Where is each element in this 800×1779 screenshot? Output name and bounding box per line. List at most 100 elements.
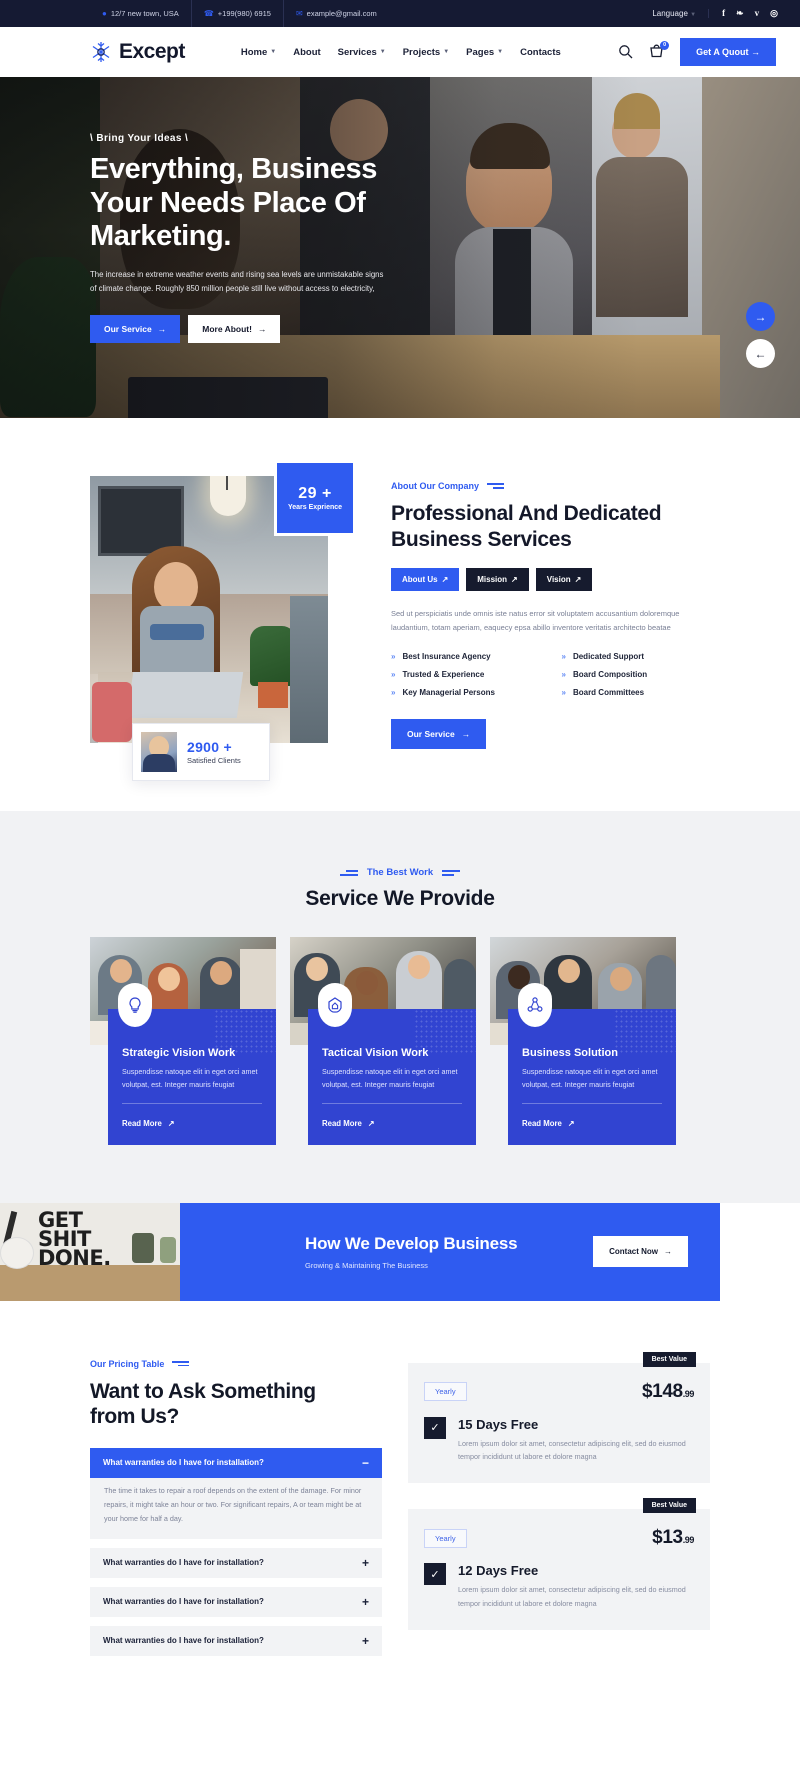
topbar-email[interactable]: ✉ example@gmail.com <box>282 0 389 27</box>
feature-item: » Dedicated Support <box>562 652 711 661</box>
feature-label: Trusted & Experience <box>402 669 485 679</box>
cta-subtitle: Growing & Maintaining The Business <box>305 1260 428 1270</box>
nav-item-about[interactable]: About <box>293 47 320 58</box>
slider-prev-button[interactable]: ← <box>746 339 775 368</box>
nav-label: Projects <box>402 46 441 58</box>
location-pin-icon: ● <box>102 8 107 18</box>
topbar-address: ● 12/7 new town, USA <box>90 0 191 27</box>
about-media: 29 + Years Exprience 2900 + Satisfied Cl… <box>90 460 356 781</box>
years-label: Years Exprience <box>287 504 343 511</box>
nav-label: Services <box>337 46 377 58</box>
arrow-right-icon: → <box>664 1247 672 1257</box>
tab-mission[interactable]: Mission ↗ <box>466 567 529 591</box>
topbar-phone[interactable]: ☎ +199(980) 6915 <box>190 0 283 27</box>
price-value: $13 <box>652 1527 683 1549</box>
hero-slider-controls: → ← <box>746 302 775 368</box>
faq-item: What warranties do I have for installati… <box>90 1625 382 1656</box>
read-more-link[interactable]: Read More ↗ <box>322 1119 374 1128</box>
tab-vision[interactable]: Vision ↗ <box>535 567 593 591</box>
double-chevron-icon: » <box>391 687 396 697</box>
divider <box>122 1102 262 1104</box>
service-card[interactable]: Strategic Vision Work Suspendisse natoqu… <box>90 937 276 1145</box>
hero-more-about-button[interactable]: More About! → <box>188 315 281 344</box>
phone-icon: ☎ <box>203 8 214 18</box>
nav-item-contacts[interactable]: Contacts <box>520 47 561 58</box>
home-shield-icon <box>318 983 352 1028</box>
language-selector[interactable]: Language ▼ <box>652 9 710 18</box>
pricing-eyebrow-label: Our Pricing Table <box>90 1358 165 1369</box>
about-wrapper: 29 + Years Exprience 2900 + Satisfied Cl… <box>0 460 800 781</box>
services-eyebrow-label: The Best Work <box>366 867 434 879</box>
faq-accordion: What warranties do I have for installati… <box>90 1447 382 1656</box>
expand-icon: + <box>361 1555 369 1570</box>
social-links: f ❧ v ◎ <box>709 8 778 19</box>
service-cards: Strategic Vision Work Suspendisse natoqu… <box>0 937 800 1145</box>
nav-item-services[interactable]: Services ▼ <box>338 47 386 58</box>
about-our-service-button[interactable]: Our Service → <box>391 718 487 749</box>
nav-item-projects[interactable]: Projects ▼ <box>403 47 449 58</box>
clients-text: 2900 + Satisfied Clients <box>187 739 241 765</box>
feature-label: Best Insurance Agency <box>402 651 491 661</box>
nav-item-pages[interactable]: Pages ▼ <box>466 47 503 58</box>
plan-description: Lorem ipsum dolor sit amet, consectetur … <box>458 1438 686 1461</box>
hero-secondary-label: More About! <box>202 324 252 335</box>
plan-checkbox[interactable]: ✓ <box>424 1563 446 1586</box>
tab-about-us[interactable]: About Us ↗ <box>391 567 460 591</box>
billing-period-tag[interactable]: Yearly <box>424 1382 467 1402</box>
price-value: $148 <box>642 1380 683 1402</box>
plan-checkbox[interactable]: ✓ <box>424 1416 446 1439</box>
chevron-down-icon: ▼ <box>690 12 697 18</box>
tab-label: About Us <box>402 574 438 584</box>
nav-label: Contacts <box>520 46 561 58</box>
faq-answer: The time it takes to repair a roof depen… <box>104 1485 362 1523</box>
graffiti-line-3: DONE. <box>38 1246 111 1271</box>
arrow-up-right-icon: ↗ <box>574 574 582 584</box>
envelope-icon: ✉ <box>295 8 303 18</box>
service-card[interactable]: Business Solution Suspendisse natoque el… <box>490 937 676 1145</box>
brand-logo[interactable]: Except <box>90 40 185 64</box>
faq-heading: Want to Ask Something from Us? <box>90 1379 382 1430</box>
arrow-up-right-icon: ↗ <box>511 574 518 584</box>
slider-next-button[interactable]: → <box>746 302 775 331</box>
plan-description: Lorem ipsum dolor sit amet, consectetur … <box>458 1585 686 1608</box>
tab-label: Mission <box>477 574 508 584</box>
hero-title-line-1: Everything, Business <box>90 153 377 185</box>
chevron-down-icon: ▼ <box>270 49 277 55</box>
hero-banner: \ Bring Your Ideas \ Everything, Busines… <box>0 77 800 418</box>
pricing-column: Best Value Yearly $148.99 ✓ 15 Days Free… <box>408 1351 710 1656</box>
cart-count-badge: 0 <box>660 41 670 50</box>
topbar-contact-group: ● 12/7 new town, USA ☎ +199(980) 6915 ✉ … <box>90 0 389 27</box>
hero-our-service-button[interactable]: Our Service → <box>90 315 181 344</box>
nav-label: About <box>293 46 321 58</box>
hero-kicker: \ Bring Your Ideas \ <box>90 133 189 144</box>
feature-item: » Trusted & Experience <box>391 670 540 679</box>
faq-question: What warranties do I have for installati… <box>103 1458 264 1468</box>
get-quote-button[interactable]: Get A Quout → <box>680 38 776 66</box>
faq-question-header[interactable]: What warranties do I have for installati… <box>90 1447 382 1478</box>
nav-label: Pages <box>466 46 495 58</box>
expand-icon: + <box>361 1594 369 1609</box>
twitter-icon[interactable]: ❧ <box>736 8 744 19</box>
search-icon[interactable] <box>618 44 634 60</box>
facebook-icon[interactable]: f <box>722 8 725 19</box>
contact-now-button[interactable]: Contact Now → <box>593 1236 688 1268</box>
service-card-title: Business Solution <box>522 1047 618 1060</box>
nav-item-home[interactable]: Home ▼ <box>241 47 276 58</box>
arrow-right-icon: → <box>257 324 267 335</box>
double-chevron-icon: » <box>391 651 396 661</box>
best-value-badge: Best Value <box>642 1351 696 1367</box>
cart-icon[interactable]: 0 <box>649 41 670 60</box>
service-card[interactable]: Tactical Vision Work Suspendisse natoque… <box>290 937 476 1145</box>
about-feature-list: » Best Insurance Agency » Dedicated Supp… <box>391 652 710 697</box>
service-card-desc: Suspendisse natoque elit in eget orci am… <box>522 1067 658 1089</box>
faq-question-header[interactable]: What warranties do I have for installati… <box>90 1548 382 1578</box>
instagram-icon[interactable]: ◎ <box>770 8 778 19</box>
faq-question-header[interactable]: What warranties do I have for installati… <box>90 1587 382 1617</box>
billing-period-tag[interactable]: Yearly <box>424 1528 467 1548</box>
read-more-link[interactable]: Read More ↗ <box>122 1119 174 1128</box>
vimeo-icon[interactable]: v <box>755 8 760 19</box>
feature-label: Key Managerial Persons <box>402 687 495 697</box>
faq-question-header[interactable]: What warranties do I have for installati… <box>90 1626 382 1656</box>
read-more-link[interactable]: Read More ↗ <box>522 1119 574 1128</box>
arrow-left-icon: ← <box>754 346 767 361</box>
